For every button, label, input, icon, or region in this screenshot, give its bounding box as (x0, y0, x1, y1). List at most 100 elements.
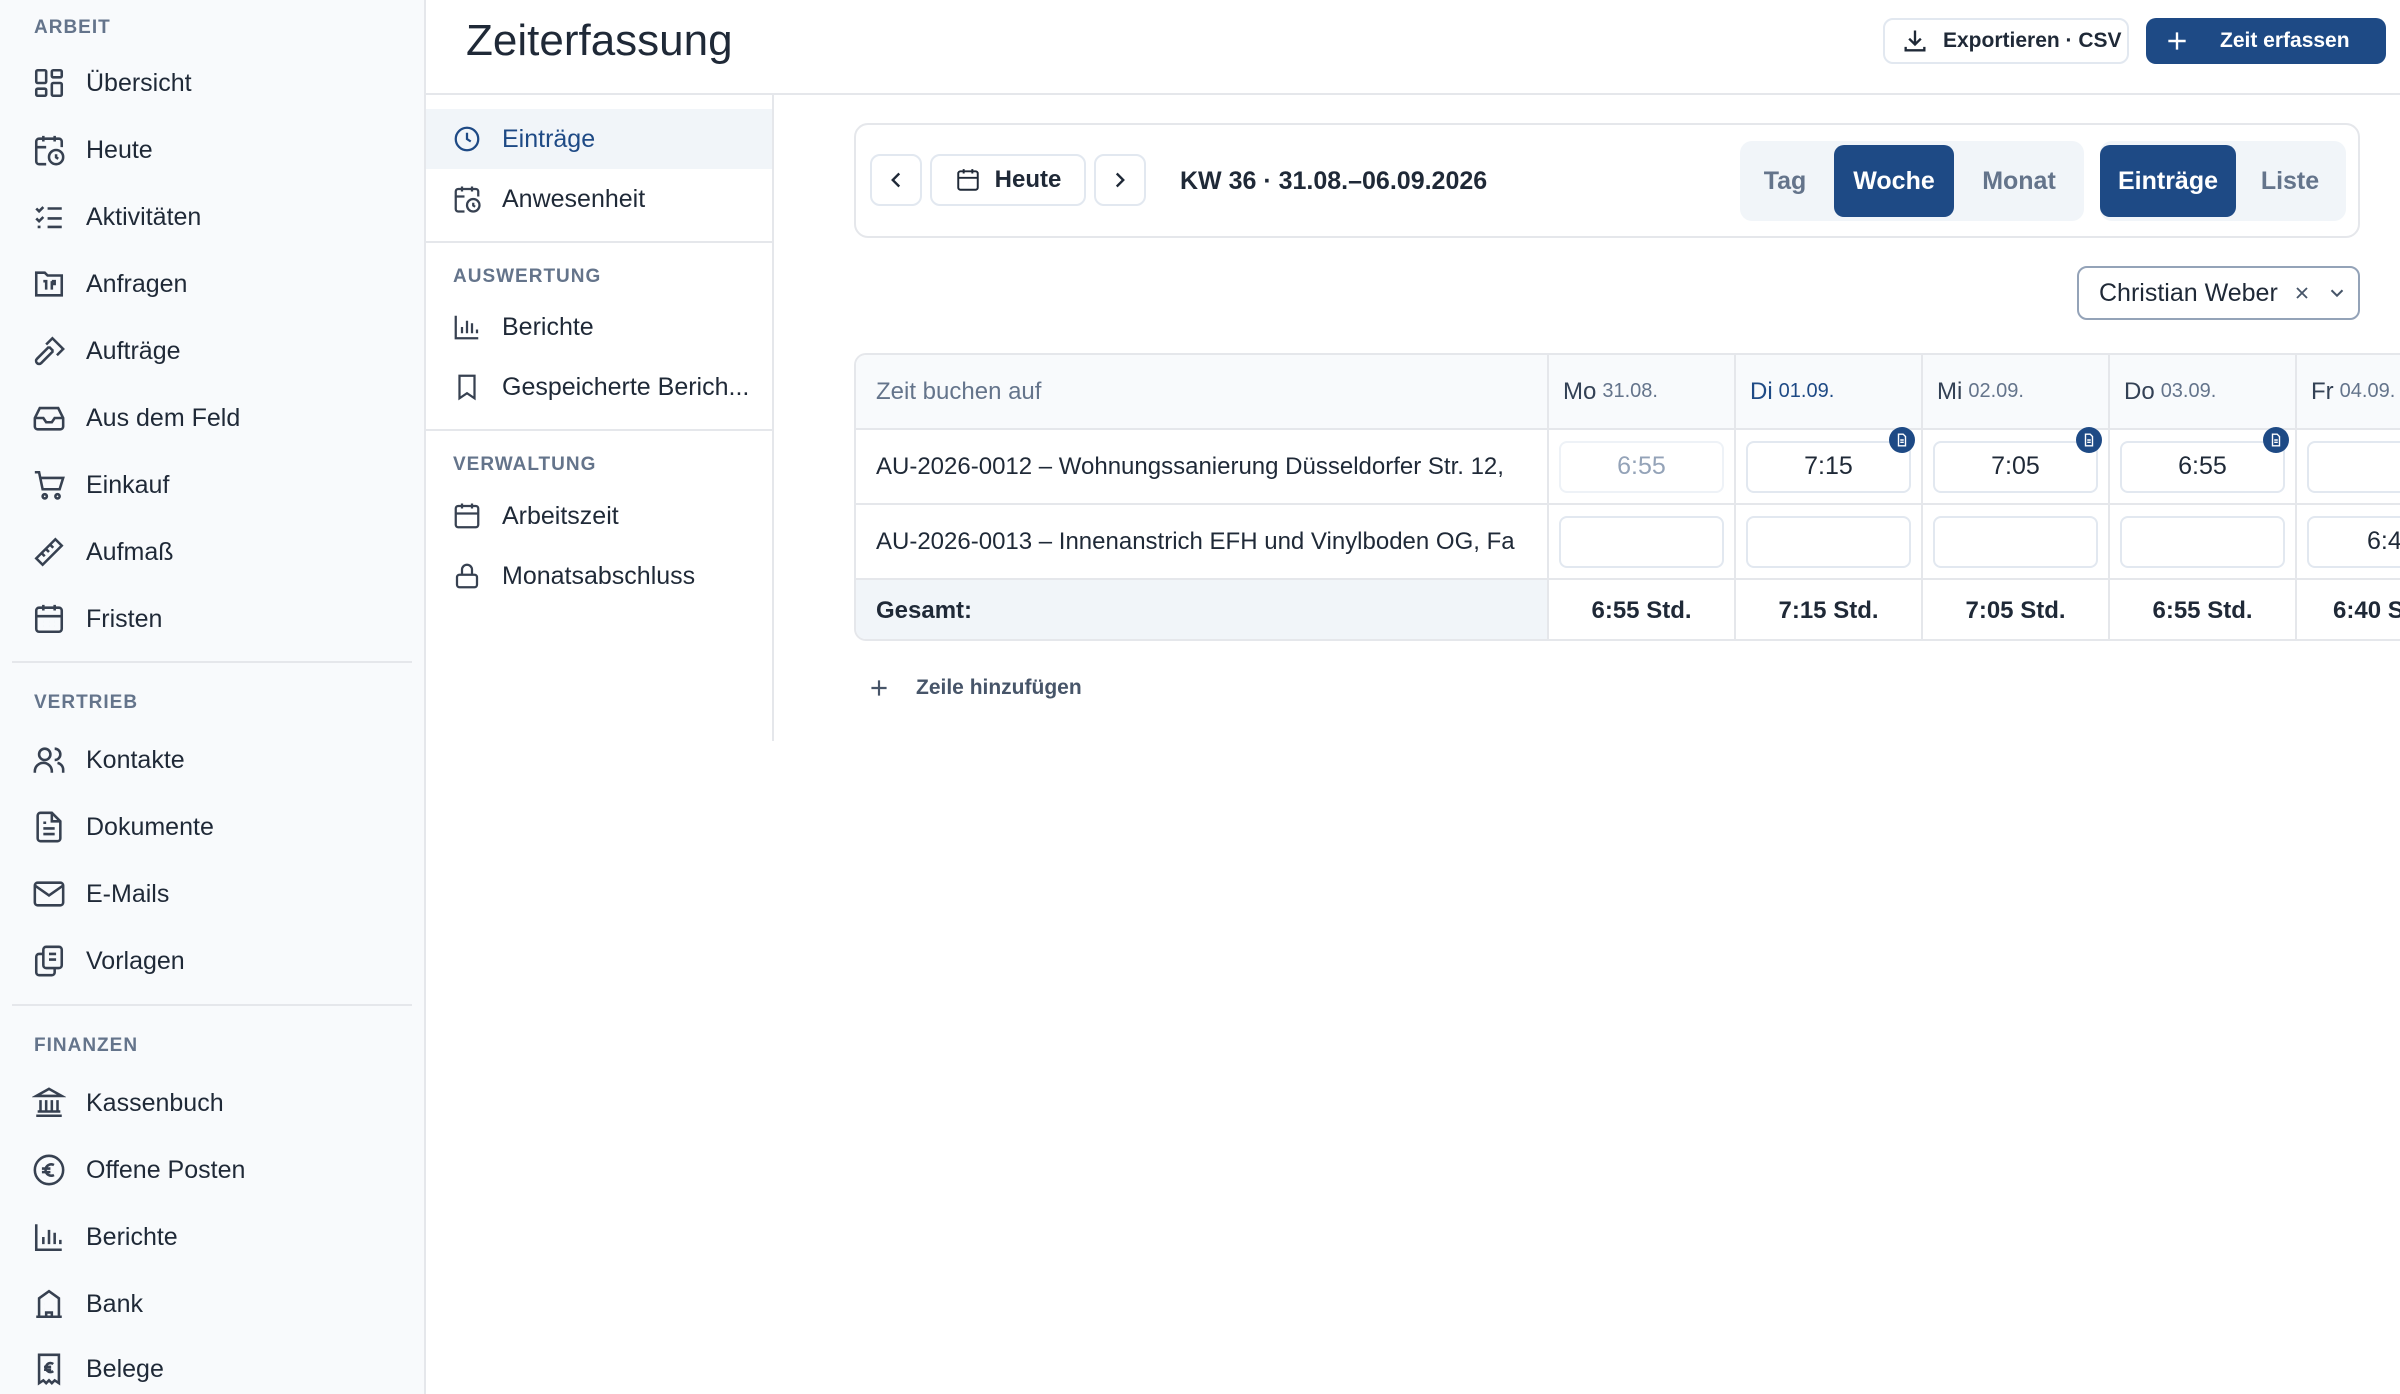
time-input[interactable]: 6:55 (1559, 440, 1724, 493)
subnav-divider (426, 429, 772, 431)
time-value: 6:55 (2178, 452, 2227, 480)
subnav-item-berichte[interactable]: Berichte (426, 297, 772, 357)
sidebar-item-kontakte[interactable]: Kontakte (12, 731, 412, 789)
time-cell (1736, 505, 1923, 578)
bookmark-icon (458, 374, 476, 401)
time-cell (1549, 505, 1736, 578)
sidebar-item-label: Kassenbuch (86, 1088, 224, 1117)
sidebar-item-uebersicht[interactable]: Übersicht (12, 54, 412, 112)
range-tag-button[interactable]: Tag (1740, 145, 1830, 217)
job-name[interactable]: AU-2026-0013 – Innenanstrich EFH und Vin… (856, 505, 1549, 578)
sidebar-item-aktivitaeten[interactable]: Aktivitäten (12, 188, 412, 246)
clock-icon (454, 126, 480, 152)
time-cell (2297, 430, 2400, 503)
next-period-button[interactable] (1094, 154, 1146, 206)
sidebar-item-offene-posten[interactable]: Offene Posten (12, 1141, 412, 1199)
day-column-header: Fr 04.09. (2297, 355, 2400, 428)
previous-period-button[interactable] (870, 154, 922, 206)
sidebar-item-label: Vorlagen (86, 946, 185, 975)
time-input[interactable] (1746, 515, 1911, 568)
time-input[interactable]: 6:4 (2307, 515, 2400, 568)
subnav-item-monatsabschluss[interactable]: Monatsabschluss (426, 546, 772, 606)
sidebar-item-anfragen[interactable]: Anfragen (12, 255, 412, 313)
subnav-item-arbeitszeit[interactable]: Arbeitszeit (426, 486, 772, 546)
total-value: 6:55 Std. (1591, 596, 1692, 624)
sidebar-item-berichte[interactable]: Berichte (12, 1208, 412, 1266)
subnav-item-label: Einträge (502, 124, 596, 153)
chevron-left-icon (891, 172, 901, 188)
time-input[interactable] (1559, 515, 1724, 568)
totals-row: Gesamt: 6:55 Std. 7:15 Std. 7:05 Std. 6:… (856, 580, 2400, 639)
add-time-entry-button[interactable]: Zeit erfassen (2146, 18, 2386, 64)
time-cell: 6:4 (2297, 505, 2400, 578)
view-liste-button[interactable]: Liste (2238, 145, 2342, 217)
sidebar-item-label: Aufmaß (86, 537, 174, 566)
time-cell (1923, 505, 2110, 578)
sidebar-group-title: FINANZEN (34, 1035, 139, 1056)
time-tracking-subnav: Einträge Anwesenheit AUSWERTUNG Berichte… (426, 95, 774, 741)
total-cell: 6:55 Std. (1549, 580, 1736, 639)
sidebar-item-fristen[interactable]: Fristen (12, 590, 412, 648)
page-header: Zeiterfassung Exportieren · CSV Zeit erf… (426, 0, 2400, 95)
range-woche-button[interactable]: Woche (1834, 145, 1954, 217)
time-input[interactable]: 7:15 (1746, 426, 1915, 493)
note-badge[interactable] (2263, 426, 2289, 453)
sidebar-item-label: Einkauf (86, 470, 170, 499)
bank-icon (32, 1087, 66, 1118)
time-cell: 6:55 (2110, 426, 2297, 503)
sidebar-item-auftraege[interactable]: Aufträge (12, 322, 412, 380)
job-name[interactable]: AU-2026-0012 – Wohnungssanierung Düsseld… (856, 430, 1549, 503)
sidebar-item-einkauf[interactable]: Einkauf (12, 456, 412, 514)
users-icon (33, 747, 65, 773)
add-row-label: Zeile hinzufügen (916, 676, 1082, 699)
time-input[interactable] (2307, 440, 2400, 493)
day-column-header: Mi 02.09. (1923, 355, 2110, 428)
note-icon (1897, 432, 1907, 447)
day-column-header-today: Di 01.09. (1736, 355, 1923, 428)
time-input[interactable] (1933, 515, 2098, 568)
time-value: 7:15 (1804, 452, 1853, 480)
subnav-item-label: Arbeitszeit (502, 501, 619, 530)
date-label: 31.08. (1602, 380, 1658, 402)
add-time-entry-label: Zeit erfassen (2220, 29, 2350, 52)
sidebar-item-heute[interactable]: Heute (12, 121, 412, 179)
time-input[interactable]: 6:55 (2120, 426, 2289, 493)
today-label: Heute (994, 166, 1062, 193)
sidebar-item-e-mails[interactable]: E-Mails (12, 865, 412, 923)
clear-icon[interactable] (2292, 283, 2312, 303)
sidebar-item-aufmass[interactable]: Aufmaß (12, 523, 412, 581)
note-badge[interactable] (2076, 426, 2102, 453)
sidebar-item-label: Übersicht (86, 68, 192, 97)
time-input[interactable] (2120, 515, 2285, 568)
export-csv-button[interactable]: Exportieren · CSV (1883, 18, 2129, 64)
sidebar-item-belege[interactable]: Belege (12, 1340, 412, 1394)
sidebar-item-label: E-Mails (86, 879, 170, 908)
view-eintraege-button[interactable]: Einträge (2100, 145, 2236, 217)
subnav-item-eintraege[interactable]: Einträge (426, 109, 772, 169)
tray-icon (33, 406, 65, 431)
sidebar-item-aus-dem-feld[interactable]: Aus dem Feld (12, 389, 412, 447)
job-column-header: Zeit buchen auf (856, 355, 1549, 428)
note-badge[interactable] (1889, 426, 1915, 453)
period-toolbar: Heute KW 36 · 31.08.–06.09.2026 Tag Woch… (854, 123, 2360, 238)
sidebar-item-label: Anfragen (86, 269, 188, 298)
plus-icon (871, 680, 887, 696)
today-button[interactable]: Heute (930, 154, 1086, 206)
sidebar-item-vorlagen[interactable]: Vorlagen (12, 932, 412, 990)
employee-select[interactable]: Christian Weber (2077, 266, 2360, 320)
add-row-button[interactable]: Zeile hinzufügen (866, 670, 1082, 706)
sidebar-item-bank[interactable]: Bank (12, 1275, 412, 1333)
total-cell: 6:40 S (2297, 580, 2400, 639)
sidebar-item-kassenbuch[interactable]: Kassenbuch (12, 1074, 412, 1132)
calendar-icon (454, 503, 480, 529)
sidebar-item-dokumente[interactable]: Dokumente (12, 798, 412, 856)
bar-chart-icon (454, 315, 479, 340)
time-input[interactable]: 7:05 (1933, 426, 2102, 493)
time-cell: 7:15 (1736, 426, 1923, 503)
subnav-group-title: VERWALTUNG (453, 454, 597, 475)
subnav-item-anwesenheit[interactable]: Anwesenheit (426, 169, 772, 229)
cart-icon (34, 470, 65, 500)
range-monat-button[interactable]: Monat (1958, 145, 2080, 217)
subnav-item-gespeicherte-berichte[interactable]: Gespeicherte Berich... (426, 357, 772, 417)
weekday-label: Di (1750, 377, 1773, 405)
